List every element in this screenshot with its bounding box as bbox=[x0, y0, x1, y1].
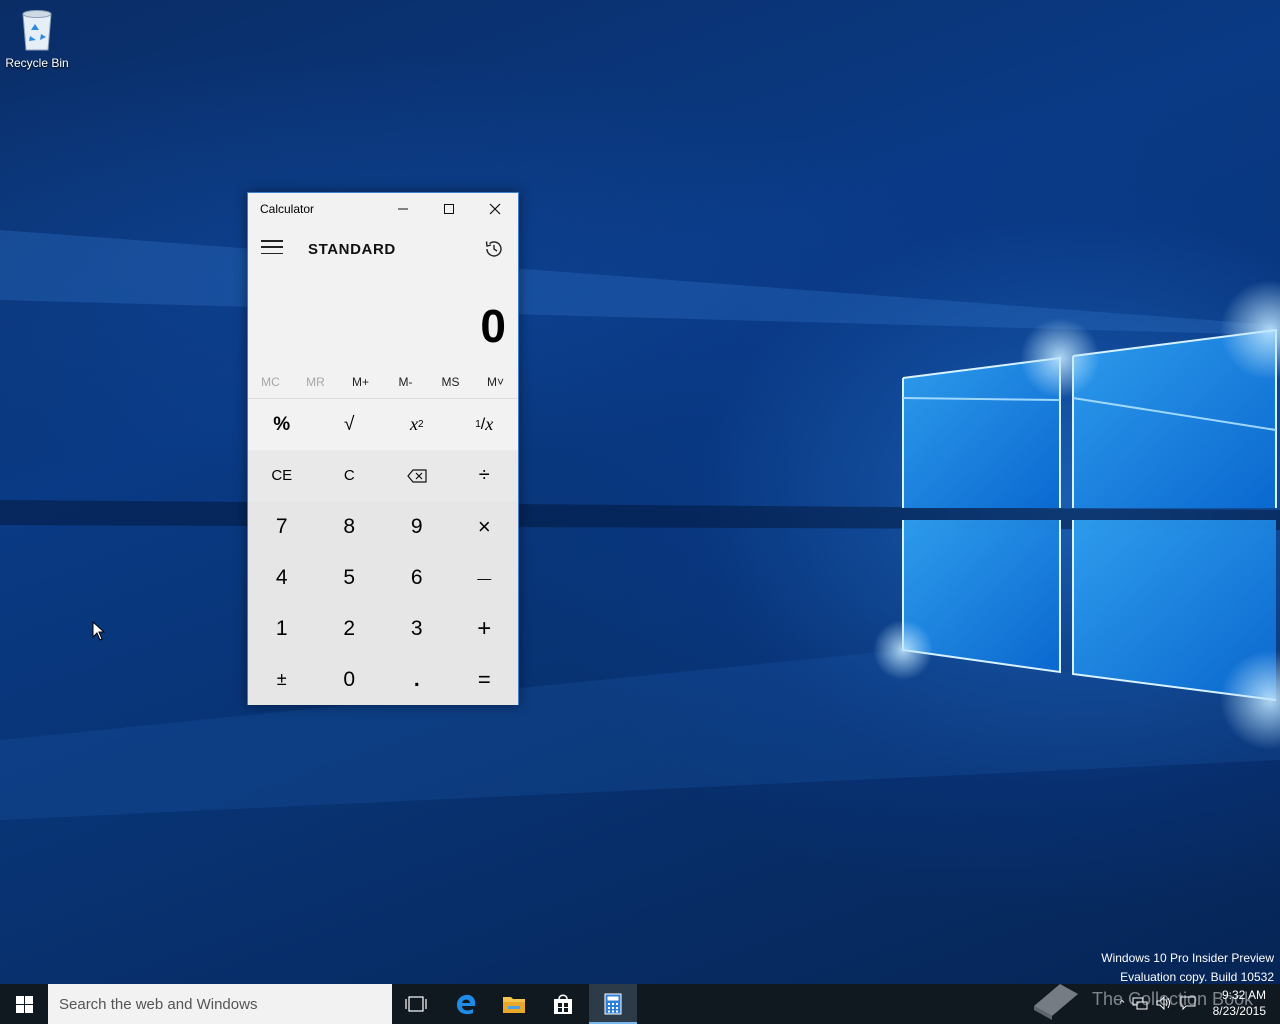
equals-button[interactable]: = bbox=[451, 654, 519, 705]
evaluation-watermark: Windows 10 Pro Insider Preview Evaluatio… bbox=[1101, 949, 1274, 987]
book-logo-icon bbox=[1034, 984, 1078, 1020]
backspace-button[interactable] bbox=[383, 450, 451, 501]
start-button[interactable] bbox=[0, 984, 48, 1024]
divide-button[interactable]: ÷ bbox=[451, 450, 519, 501]
multiply-button[interactable]: × bbox=[451, 501, 519, 552]
memory-add-button[interactable]: M+ bbox=[338, 369, 383, 397]
hamburger-menu-icon[interactable] bbox=[259, 236, 285, 258]
task-view-button[interactable] bbox=[392, 984, 440, 1024]
search-input[interactable] bbox=[48, 984, 378, 1024]
digit-3-button[interactable]: 3 bbox=[383, 603, 451, 654]
digit-8-button[interactable]: 8 bbox=[316, 501, 384, 552]
memory-subtract-button[interactable]: M- bbox=[383, 369, 428, 397]
digit-7-button[interactable]: 7 bbox=[248, 501, 316, 552]
reciprocal-button[interactable]: 1/x bbox=[451, 399, 519, 450]
memory-list-button[interactable]: M˅ bbox=[473, 369, 518, 397]
memory-store-button[interactable]: MS bbox=[428, 369, 473, 397]
taskbar-search-box[interactable] bbox=[48, 984, 392, 1024]
keypad: % √ x2 1/x CE C ÷ 7 8 9 × 4 5 6 — 1 2 3 … bbox=[248, 398, 518, 705]
digit-1-button[interactable]: 1 bbox=[248, 603, 316, 654]
edge-icon bbox=[457, 994, 476, 1015]
window-title: Calculator bbox=[260, 202, 315, 216]
square-base: x bbox=[409, 414, 418, 434]
title-bar[interactable]: Calculator bbox=[248, 193, 518, 224]
memory-recall-button: MR bbox=[306, 375, 325, 389]
brand-watermark: The Collection Book bbox=[1030, 984, 1265, 1022]
windows-start-icon bbox=[15, 995, 33, 1013]
negate-button[interactable]: ± bbox=[248, 654, 316, 705]
digit-9-button[interactable]: 9 bbox=[383, 501, 451, 552]
clear-button[interactable]: C bbox=[316, 450, 384, 501]
calculator-header: STANDARD bbox=[248, 224, 518, 270]
square-root-button[interactable]: √ bbox=[316, 399, 384, 450]
digit-5-button[interactable]: 5 bbox=[316, 552, 384, 603]
clear-entry-button[interactable]: CE bbox=[248, 450, 316, 501]
file-explorer-button[interactable] bbox=[490, 984, 538, 1024]
mode-title: STANDARD bbox=[308, 241, 396, 258]
recycle-bin-icon bbox=[17, 6, 57, 52]
backspace-icon bbox=[406, 468, 427, 483]
digit-6-button[interactable]: 6 bbox=[383, 552, 451, 603]
result-display: 0 bbox=[480, 300, 506, 352]
decimal-button[interactable]: . bbox=[383, 654, 451, 705]
calculator-icon bbox=[604, 993, 622, 1015]
subtract-button[interactable]: — bbox=[451, 552, 519, 603]
calculator-taskbar-button[interactable] bbox=[589, 984, 637, 1024]
minimize-icon bbox=[398, 208, 408, 209]
close-button[interactable] bbox=[472, 193, 518, 224]
file-explorer-icon bbox=[503, 997, 525, 1013]
desktop-icon-label: Recycle Bin bbox=[5, 56, 69, 70]
percent-button[interactable]: % bbox=[248, 399, 316, 450]
square-button[interactable]: x2 bbox=[383, 399, 451, 450]
digit-0-button[interactable]: 0 bbox=[316, 654, 384, 705]
maximize-icon bbox=[444, 203, 454, 214]
square-exponent: 2 bbox=[417, 419, 424, 430]
windows-logo-light bbox=[0, 230, 1280, 820]
store-icon bbox=[554, 994, 572, 1014]
add-button[interactable]: + bbox=[451, 603, 519, 654]
store-button[interactable] bbox=[539, 984, 587, 1024]
watermark-line-1: Windows 10 Pro Insider Preview bbox=[1101, 951, 1274, 965]
memory-clear-button: MC bbox=[261, 375, 280, 389]
desktop-wallpaper bbox=[0, 0, 1280, 984]
digit-2-button[interactable]: 2 bbox=[316, 603, 384, 654]
minimize-button[interactable] bbox=[380, 193, 426, 224]
edge-button[interactable] bbox=[442, 984, 490, 1024]
history-icon[interactable] bbox=[482, 237, 506, 261]
desktop-icon-recycle-bin[interactable]: Recycle Bin bbox=[4, 6, 70, 76]
brand-watermark-text: The Collection Book bbox=[1092, 989, 1254, 1009]
task-view-icon bbox=[405, 996, 427, 1012]
reciprocal-denominator: x bbox=[485, 414, 494, 434]
calculator-window[interactable]: Calculator STANDARD 0 MC MR M+ M- MS M˅ bbox=[247, 192, 519, 705]
digit-4-button[interactable]: 4 bbox=[248, 552, 316, 603]
maximize-button[interactable] bbox=[426, 193, 472, 224]
mouse-cursor-icon bbox=[92, 620, 106, 645]
memory-row: MC MR M+ M- MS M˅ bbox=[248, 369, 518, 397]
close-icon bbox=[489, 203, 501, 214]
